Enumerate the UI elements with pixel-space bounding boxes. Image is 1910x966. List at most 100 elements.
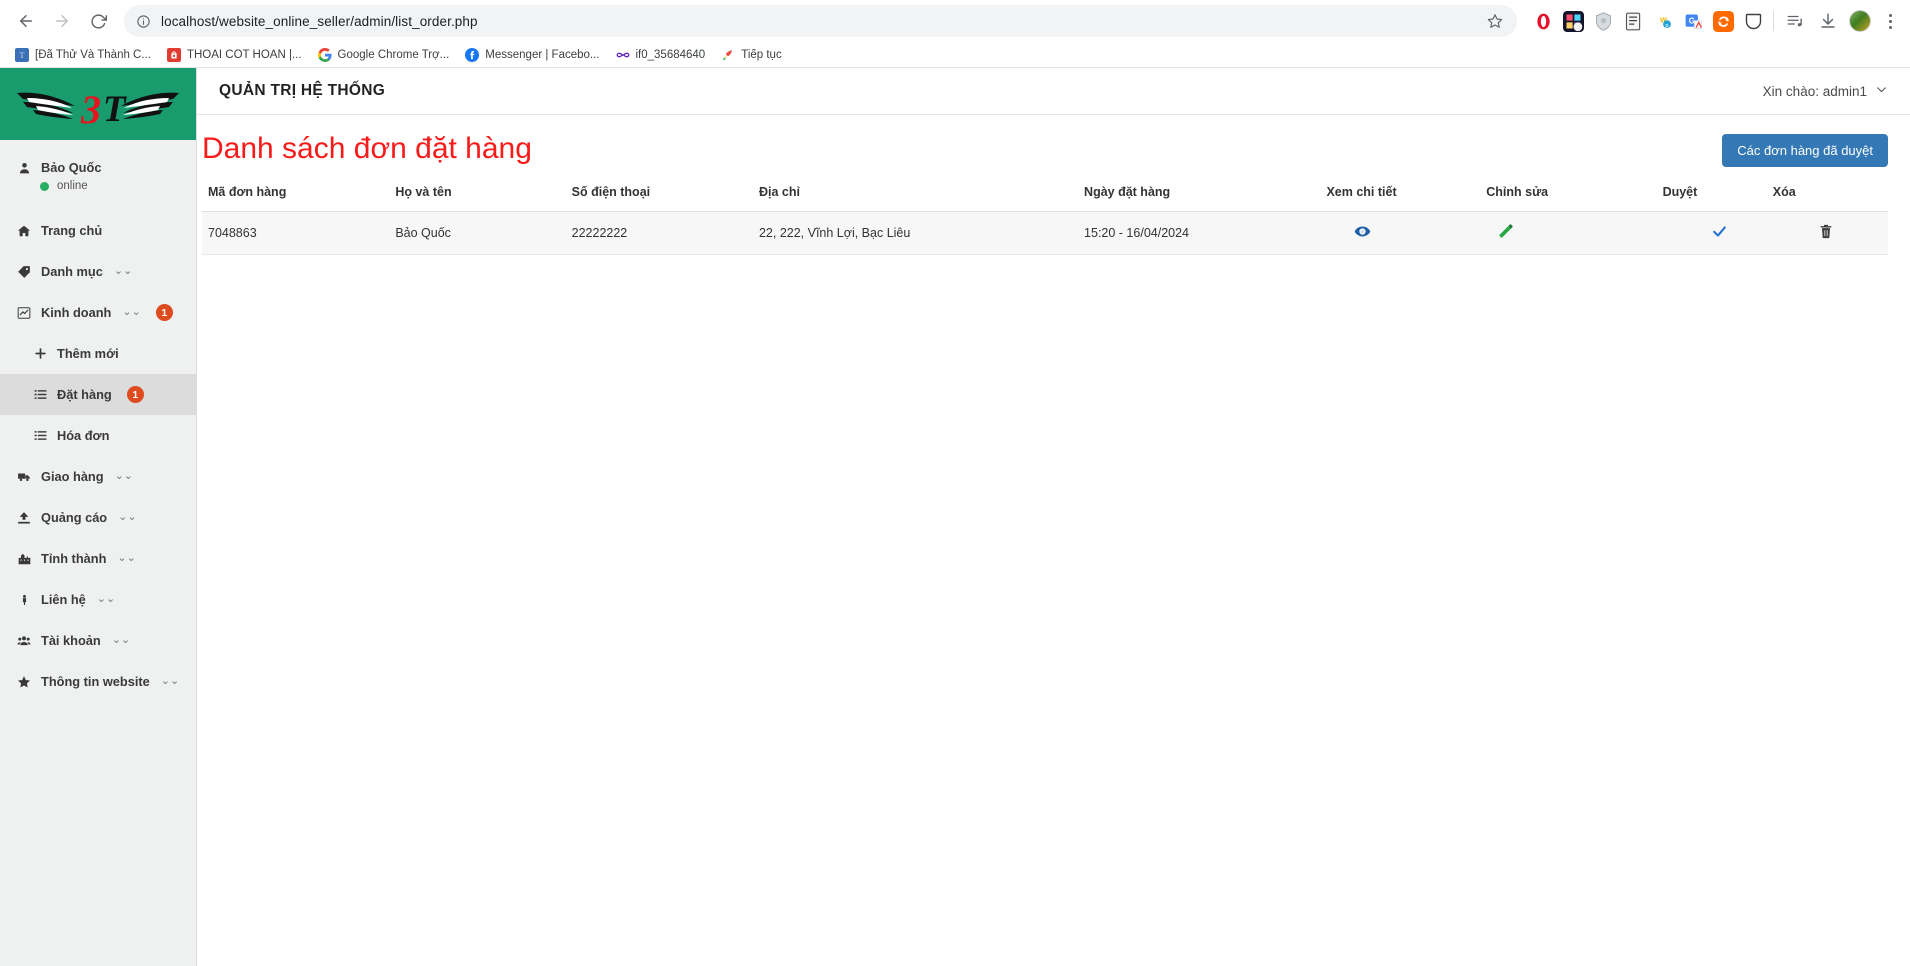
sidebar-item-thong-tin-website[interactable]: Thông tin website ⌄⌄ xyxy=(0,661,196,702)
plus-icon xyxy=(32,347,48,360)
chevron-down-icon: ⌄⌄ xyxy=(122,306,141,318)
reading-list-icon[interactable] xyxy=(1783,9,1807,33)
infinity-favicon xyxy=(615,47,630,62)
col-ho-va-ten: Họ và tên xyxy=(389,181,566,212)
sidebar-label: Quảng cáo xyxy=(41,510,108,525)
sidebar-item-hoa-don[interactable]: Hóa đơn xyxy=(0,415,196,456)
sidebar-item-giao-hang[interactable]: Giao hàng ⌄⌄ xyxy=(0,456,196,497)
three-dot-menu-icon[interactable] xyxy=(1880,13,1900,29)
bookmark-item[interactable]: T [Đã Thử Và Thành C... xyxy=(8,45,158,65)
chart-icon xyxy=(16,306,32,320)
col-chinh-sua: Chỉnh sửa xyxy=(1480,181,1657,212)
sidebar-badge: 1 xyxy=(126,386,144,403)
chevron-down-icon: ⌄⌄ xyxy=(114,470,134,482)
page-header-title: QUẢN TRỊ HỆ THỐNG xyxy=(219,82,386,99)
back-arrow-icon[interactable] xyxy=(10,5,42,37)
sidebar-item-dat-hang[interactable]: Đặt hàng 1 xyxy=(0,374,196,415)
page-title: Danh sách đơn đặt hàng xyxy=(202,132,532,165)
downloads-icon[interactable] xyxy=(1816,9,1840,33)
reload-icon[interactable] xyxy=(82,5,114,37)
site-info-icon[interactable] xyxy=(136,14,151,29)
bookmark-label: Messenger | Facebo... xyxy=(485,48,600,61)
approved-orders-button[interactable]: Các đơn hàng đã duyệt xyxy=(1722,134,1888,167)
sidebar-label: Danh mục xyxy=(41,264,103,279)
upload-icon xyxy=(16,511,32,525)
user-greeting-dropdown[interactable]: Xin chào: admin1 xyxy=(1763,83,1888,99)
col-dia-chi: Địa chỉ xyxy=(752,181,1079,212)
forward-arrow-icon[interactable] xyxy=(46,5,78,37)
sidebar-item-danh-muc[interactable]: Danh mục ⌄⌄ xyxy=(0,251,196,292)
sidebar-item-them-moi[interactable]: Thêm mới xyxy=(0,333,196,374)
svg-text:G: G xyxy=(1689,16,1695,25)
table-body: 7048863 Bảo Quốc 22222222 22, 222, Vĩnh … xyxy=(202,211,1888,255)
list-icon xyxy=(32,388,48,401)
site-logo[interactable]: 3 T xyxy=(0,68,196,140)
table-head: Mã đơn hàng Họ và tên Số điện thoại Địa … xyxy=(202,181,1888,212)
bookmark-item[interactable]: Google Chrome Trợ... xyxy=(311,45,457,65)
content-area: Danh sách đơn đặt hàng Các đơn hàng đã d… xyxy=(197,115,1910,966)
bookmark-label: Tiếp tục xyxy=(741,48,782,61)
cell-xem-chi-tiet xyxy=(1320,211,1481,255)
trash-icon[interactable] xyxy=(1773,223,1834,240)
sidebar-label: Tài khoản xyxy=(41,633,101,648)
truck-icon xyxy=(16,470,32,484)
sidebar-item-tai-khoan[interactable]: Tài khoản ⌄⌄ xyxy=(0,620,196,661)
bookmark-item[interactable]: THOÁI CỐT HOÀN |... xyxy=(160,45,309,65)
cell-so-dien-thoai: 22222222 xyxy=(565,211,753,255)
cell-xoa xyxy=(1766,211,1888,255)
opera-extension-icon[interactable] xyxy=(1533,10,1554,32)
sidebar-user-block: Bảo Quốc online xyxy=(0,140,196,198)
col-xem-chi-tiet: Xem chi tiết xyxy=(1320,181,1481,212)
sidebar-item-quang-cao[interactable]: Quảng cáo ⌄⌄ xyxy=(0,497,196,538)
bookmark-item[interactable]: if0_35684640 xyxy=(609,45,713,65)
url-text: localhost/website_online_seller/admin/li… xyxy=(161,13,478,29)
sidebar-label: Hóa đơn xyxy=(57,428,110,443)
bookmarks-bar: T [Đã Thử Và Thành C... THOÁI CỐT HOÀN |… xyxy=(0,42,1910,68)
bookmark-item[interactable]: Messenger | Facebo... xyxy=(458,45,606,65)
pocket-extension-icon[interactable] xyxy=(1743,11,1764,32)
col-ngay-dat-hang: Ngày đặt hàng xyxy=(1078,181,1321,212)
sidebar-label: Liên hệ xyxy=(41,592,86,607)
svg-text:T: T xyxy=(103,89,127,130)
greeting-label: Xin chào: admin1 xyxy=(1762,83,1867,99)
sidebar-user-name: Bảo Quốc xyxy=(41,160,102,175)
bookmark-star-icon[interactable] xyxy=(1487,13,1503,29)
browser-toolbar: localhost/website_online_seller/admin/li… xyxy=(0,0,1910,42)
colorful-extension-icon[interactable] xyxy=(1563,10,1584,32)
chevron-down-icon: ⌄⌄ xyxy=(160,675,180,687)
col-ma-don-hang: Mã đơn hàng xyxy=(202,181,390,212)
cell-dia-chi: 22, 222, Vĩnh Lợi, Bạc Liêu xyxy=(752,211,1079,255)
sidebar-user[interactable]: Bảo Quốc xyxy=(16,160,196,175)
check-icon[interactable] xyxy=(1663,224,1728,239)
bookmark-label: Google Chrome Trợ... xyxy=(337,48,450,61)
document-extension-icon[interactable] xyxy=(1623,11,1644,32)
chevron-down-icon: ⌄⌄ xyxy=(113,265,133,277)
sync-extension-icon[interactable] xyxy=(1713,10,1734,32)
facebook-favicon xyxy=(465,47,480,62)
sidebar-item-kinh-doanh[interactable]: Kinh doanh ⌄⌄ 1 xyxy=(0,292,196,333)
address-bar[interactable]: localhost/website_online_seller/admin/li… xyxy=(124,5,1517,37)
cell-ngay-dat-hang: 15:20 - 16/04/2024 xyxy=(1078,211,1321,255)
shield-extension-icon[interactable] xyxy=(1593,11,1614,32)
eye-icon[interactable] xyxy=(1326,223,1371,240)
online-status-dot xyxy=(40,181,49,191)
orders-table: Mã đơn hàng Họ và tên Số điện thoại Địa … xyxy=(202,181,1888,255)
chevron-down-icon: ⌄⌄ xyxy=(117,552,136,564)
chevron-down-icon xyxy=(1875,83,1888,99)
svg-text:3: 3 xyxy=(80,87,101,132)
sidebar-item-lien-he[interactable]: Liên hệ ⌄⌄ xyxy=(0,579,196,620)
sidebar-item-trang-chu[interactable]: Trang chủ xyxy=(0,210,196,251)
list-icon xyxy=(32,429,48,442)
cell-chinh-sua xyxy=(1480,211,1657,255)
table-row: 7048863 Bảo Quốc 22222222 22, 222, Vĩnh … xyxy=(202,211,1888,255)
google-favicon xyxy=(317,47,332,62)
pencil-icon[interactable] xyxy=(1486,223,1514,240)
toolbar-divider xyxy=(1773,11,1774,31)
sidebar-label: Kinh doanh xyxy=(41,305,112,320)
translate-extension-icon[interactable]: G xyxy=(1683,11,1704,32)
top-header: QUẢN TRỊ HỆ THỐNG Xin chào: admin1 xyxy=(197,68,1910,115)
sidebar-item-tinh-thanh[interactable]: Tỉnh thành ⌄⌄ xyxy=(0,538,196,579)
profile-avatar-icon[interactable] xyxy=(1849,10,1871,32)
bookmark-item[interactable]: Tiếp tục xyxy=(714,45,788,65)
wp-extension-icon[interactable]: wp xyxy=(1653,10,1674,32)
